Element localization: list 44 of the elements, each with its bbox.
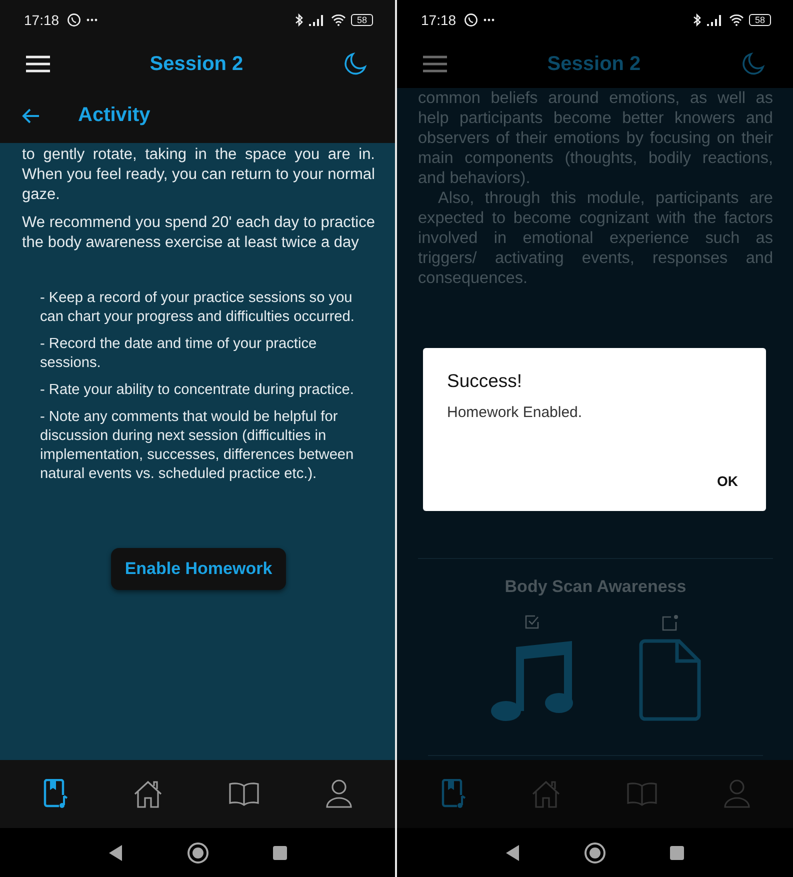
homework-tip: - Note any comments that would be helpful for discussion during next session (difficulties in implementation, successes, differences between natural events vs. scheduled practice etc.). — [40, 408, 355, 484]
back-icon[interactable] — [108, 844, 122, 860]
section-title: Body Scan Awareness — [504, 577, 688, 597]
module-description: Also, through this module, participants are expected to become cognizant with the factors involved in emotional experience such as triggers/ activating events, responses and consequences. — [418, 188, 773, 288]
back-arrow-icon[interactable] — [22, 108, 40, 124]
recents-icon[interactable] — [272, 846, 286, 860]
homework-tip: - Rate your ability to concentrate during practice. — [40, 381, 355, 400]
chat-icon — [464, 13, 478, 27]
instruction-text: to gently rotate, taking in the space you are in. When you feel ready, you can return to your normal gaze. — [22, 145, 375, 205]
more-dots-icon — [483, 18, 496, 22]
note-dot-icon[interactable] — [662, 615, 678, 631]
instruction-text: We recommend you spend 20' each day to practice the body awareness exercise at least twice a day — [22, 213, 375, 253]
screen-title: Activity — [78, 104, 150, 127]
status-time: 17:18 — [24, 12, 60, 28]
app-title: Session 2 — [150, 52, 244, 76]
app-title: Session 2 — [547, 52, 641, 76]
open-book-icon[interactable] — [228, 781, 260, 807]
more-dots-icon — [86, 18, 98, 22]
signal-icon — [308, 14, 326, 26]
checkbox-checked-icon[interactable] — [525, 615, 540, 629]
moon-icon[interactable] — [342, 52, 367, 76]
home-button-icon[interactable] — [584, 842, 606, 864]
signal-icon — [706, 14, 724, 26]
dialog-message: Homework Enabled. — [447, 404, 584, 421]
home-icon[interactable] — [133, 779, 164, 809]
profile-icon[interactable] — [324, 779, 353, 809]
dialog-title: Success! — [447, 370, 524, 392]
battery-indicator: 58 — [748, 14, 771, 26]
homework-tip: - Keep a record of your practice sessions so you can chart your progress and difficulties occurred. — [40, 289, 356, 327]
chat-icon — [67, 13, 82, 27]
music-book-icon[interactable] — [42, 779, 68, 809]
back-icon[interactable] — [506, 844, 520, 860]
battery-indicator: 58 — [350, 14, 373, 26]
homework-tip: - Record the date and time of your practice sessions. — [40, 335, 318, 373]
home-button-icon[interactable] — [186, 842, 208, 864]
bluetooth-icon — [692, 13, 702, 27]
bluetooth-icon — [294, 13, 304, 27]
enable-homework-button[interactable]: Enable Homework — [110, 548, 286, 590]
recents-icon[interactable] — [670, 846, 684, 860]
module-description: common beliefs around emotions, as well as help participants become better knowers and observers of their emotions by focusing on their main components (thoughts, bodily reactions, and behaviors). — [418, 88, 773, 188]
wifi-icon — [330, 14, 346, 26]
status-time: 17:18 — [421, 12, 456, 28]
ok-button[interactable]: OK — [713, 467, 742, 495]
wifi-icon — [728, 14, 744, 26]
